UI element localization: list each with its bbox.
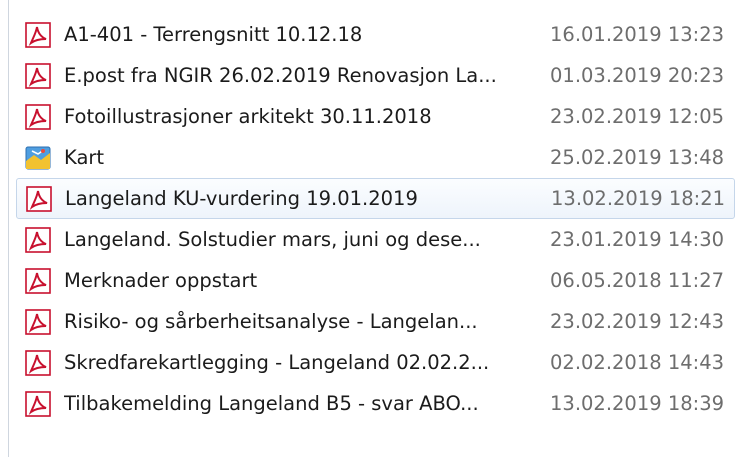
pdf-icon <box>24 349 52 377</box>
file-name: Langeland. Solstudier mars, juni og dese… <box>64 228 481 251</box>
pane-left-border <box>8 0 9 457</box>
file-row[interactable]: Risiko- og sårberheitsanalyse - Langelan… <box>20 301 735 342</box>
file-modified-date: 02.02.2018 14:43 <box>550 351 725 374</box>
pdf-icon <box>24 103 52 131</box>
pdf-icon <box>24 308 52 336</box>
file-row[interactable]: Langeland. Solstudier mars, juni og dese… <box>20 219 735 260</box>
file-modified-date: 06.05.2018 11:27 <box>550 269 725 292</box>
file-modified-date: 13.02.2019 18:21 <box>551 187 726 210</box>
pdf-icon <box>24 62 52 90</box>
file-name: Fotoillustrasjoner arkitekt 30.11.2018 <box>64 105 432 128</box>
file-row[interactable]: A1-401 - Terrengsnitt 10.12.18 16.01.201… <box>20 14 735 55</box>
file-name: Tilbakemelding Langeland B5 - svar ABO..… <box>64 392 479 415</box>
file-list: A1-401 - Terrengsnitt 10.12.18 16.01.201… <box>16 14 735 424</box>
file-row[interactable]: Merknader oppstart 06.05.2018 11:27 <box>20 260 735 301</box>
pdf-icon <box>24 390 52 418</box>
file-name: Risiko- og sårberheitsanalyse - Langelan… <box>64 310 478 333</box>
file-row-hovered[interactable]: Langeland KU-vurdering 19.01.2019 13.02.… <box>16 178 735 219</box>
file-row[interactable]: Tilbakemelding Langeland B5 - svar ABO..… <box>20 383 735 424</box>
file-name: E.post fra NGIR 26.02.2019 Renovasjon La… <box>64 64 497 87</box>
pdf-icon <box>24 21 52 49</box>
file-row[interactable]: E.post fra NGIR 26.02.2019 Renovasjon La… <box>20 55 735 96</box>
pdf-icon <box>25 185 53 213</box>
file-modified-date: 25.02.2019 13:48 <box>550 146 725 169</box>
file-row[interactable]: Skredfarekartlegging - Langeland 02.02.2… <box>20 342 735 383</box>
file-name: A1-401 - Terrengsnitt 10.12.18 <box>64 23 363 46</box>
file-modified-date: 23.02.2019 12:05 <box>550 105 725 128</box>
file-modified-date: 23.01.2019 14:30 <box>550 228 725 251</box>
file-name: Kart <box>64 146 105 169</box>
pdf-icon <box>24 267 52 295</box>
file-modified-date: 23.02.2019 12:43 <box>550 310 725 333</box>
file-modified-date: 13.02.2019 18:39 <box>550 392 725 415</box>
file-name: Merknader oppstart <box>64 269 258 292</box>
map-icon <box>24 144 52 172</box>
file-row[interactable]: Kart 25.02.2019 13:48 <box>20 137 735 178</box>
file-row[interactable]: Fotoillustrasjoner arkitekt 30.11.2018 2… <box>20 96 735 137</box>
file-name: Skredfarekartlegging - Langeland 02.02.2… <box>64 351 490 374</box>
file-modified-date: 16.01.2019 13:23 <box>550 23 725 46</box>
file-name: Langeland KU-vurdering 19.01.2019 <box>65 187 418 210</box>
file-modified-date: 01.03.2019 20:23 <box>550 64 725 87</box>
pdf-icon <box>24 226 52 254</box>
